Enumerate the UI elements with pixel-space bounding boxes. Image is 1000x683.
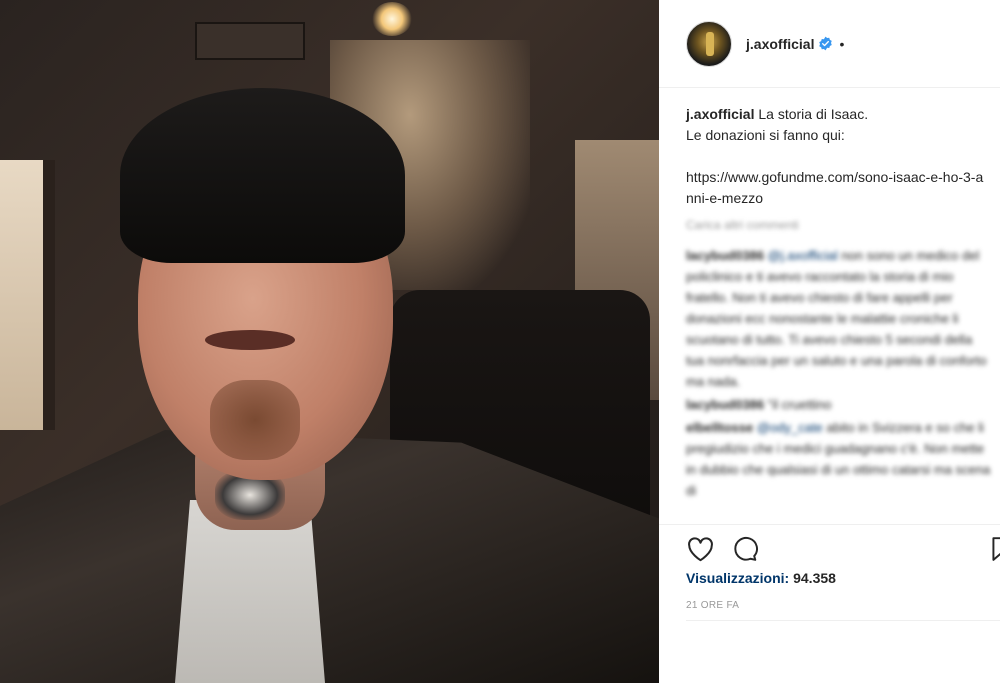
comment-text: "il cruettino (764, 397, 832, 412)
caption-text-line2: Le donazioni si fanno qui: (686, 127, 845, 143)
comment-mention[interactable]: @j.axofficial (768, 248, 838, 263)
comment-mention[interactable]: @ody_cate (757, 420, 823, 435)
like-button[interactable] (686, 535, 714, 563)
comment-button[interactable] (731, 535, 759, 563)
caption-text-line1: La storia di Isaac. (754, 106, 869, 122)
like-icon (687, 536, 713, 561)
ceiling-light (372, 2, 412, 36)
author-username[interactable]: j.axofficial (746, 36, 814, 52)
goatee (210, 380, 300, 460)
comment-item: lacybud0386 @j.axofficial non sono un me… (686, 245, 991, 392)
views-number: 94.358 (793, 570, 836, 586)
background-window (0, 160, 55, 430)
comment-icon (734, 537, 758, 561)
post-sidebar: j.axofficial • j.axofficial La storia di… (659, 0, 1000, 683)
comment-item: elbelltosse @ody_cate abito in Svizzera … (686, 417, 991, 501)
caption-link[interactable]: https://www.gofundme.com/sono-isaac-e-ho… (686, 167, 991, 209)
beanie-hat (120, 88, 405, 263)
views-count[interactable]: Visualizzazioni: 94.358 (686, 570, 836, 586)
comment-text: non sono un medico del policlinico e ti … (686, 248, 987, 389)
header-separator: • (839, 35, 845, 52)
comments-list: lacybud0386 @j.axofficial non sono un me… (686, 245, 991, 522)
post-header: j.axofficial • (659, 0, 1000, 88)
caption-username[interactable]: j.axofficial (686, 106, 754, 122)
comment-username[interactable]: lacybud0386 (686, 248, 764, 263)
mouth (205, 330, 295, 350)
post-timestamp[interactable]: 21 ORE FA (686, 600, 739, 611)
verified-badge-icon (819, 36, 833, 51)
save-icon (992, 537, 1000, 561)
avatar[interactable] (686, 20, 732, 67)
comment-username[interactable]: elbelltosse (686, 420, 753, 435)
post-caption: j.axofficial La storia di Isaac. Le dona… (686, 104, 991, 209)
comment-username[interactable]: lacybud0386 (686, 397, 764, 412)
action-bar (659, 524, 1000, 568)
ceiling-panel (195, 22, 305, 60)
load-more-comments[interactable]: Carica altri commenti (686, 218, 799, 232)
divider (686, 620, 1000, 621)
save-button[interactable] (987, 535, 1000, 563)
views-label: Visualizzazioni: (686, 570, 790, 586)
comment-item: lacybud0386 "il cruettino (686, 394, 991, 415)
post-media-video[interactable] (0, 0, 659, 683)
